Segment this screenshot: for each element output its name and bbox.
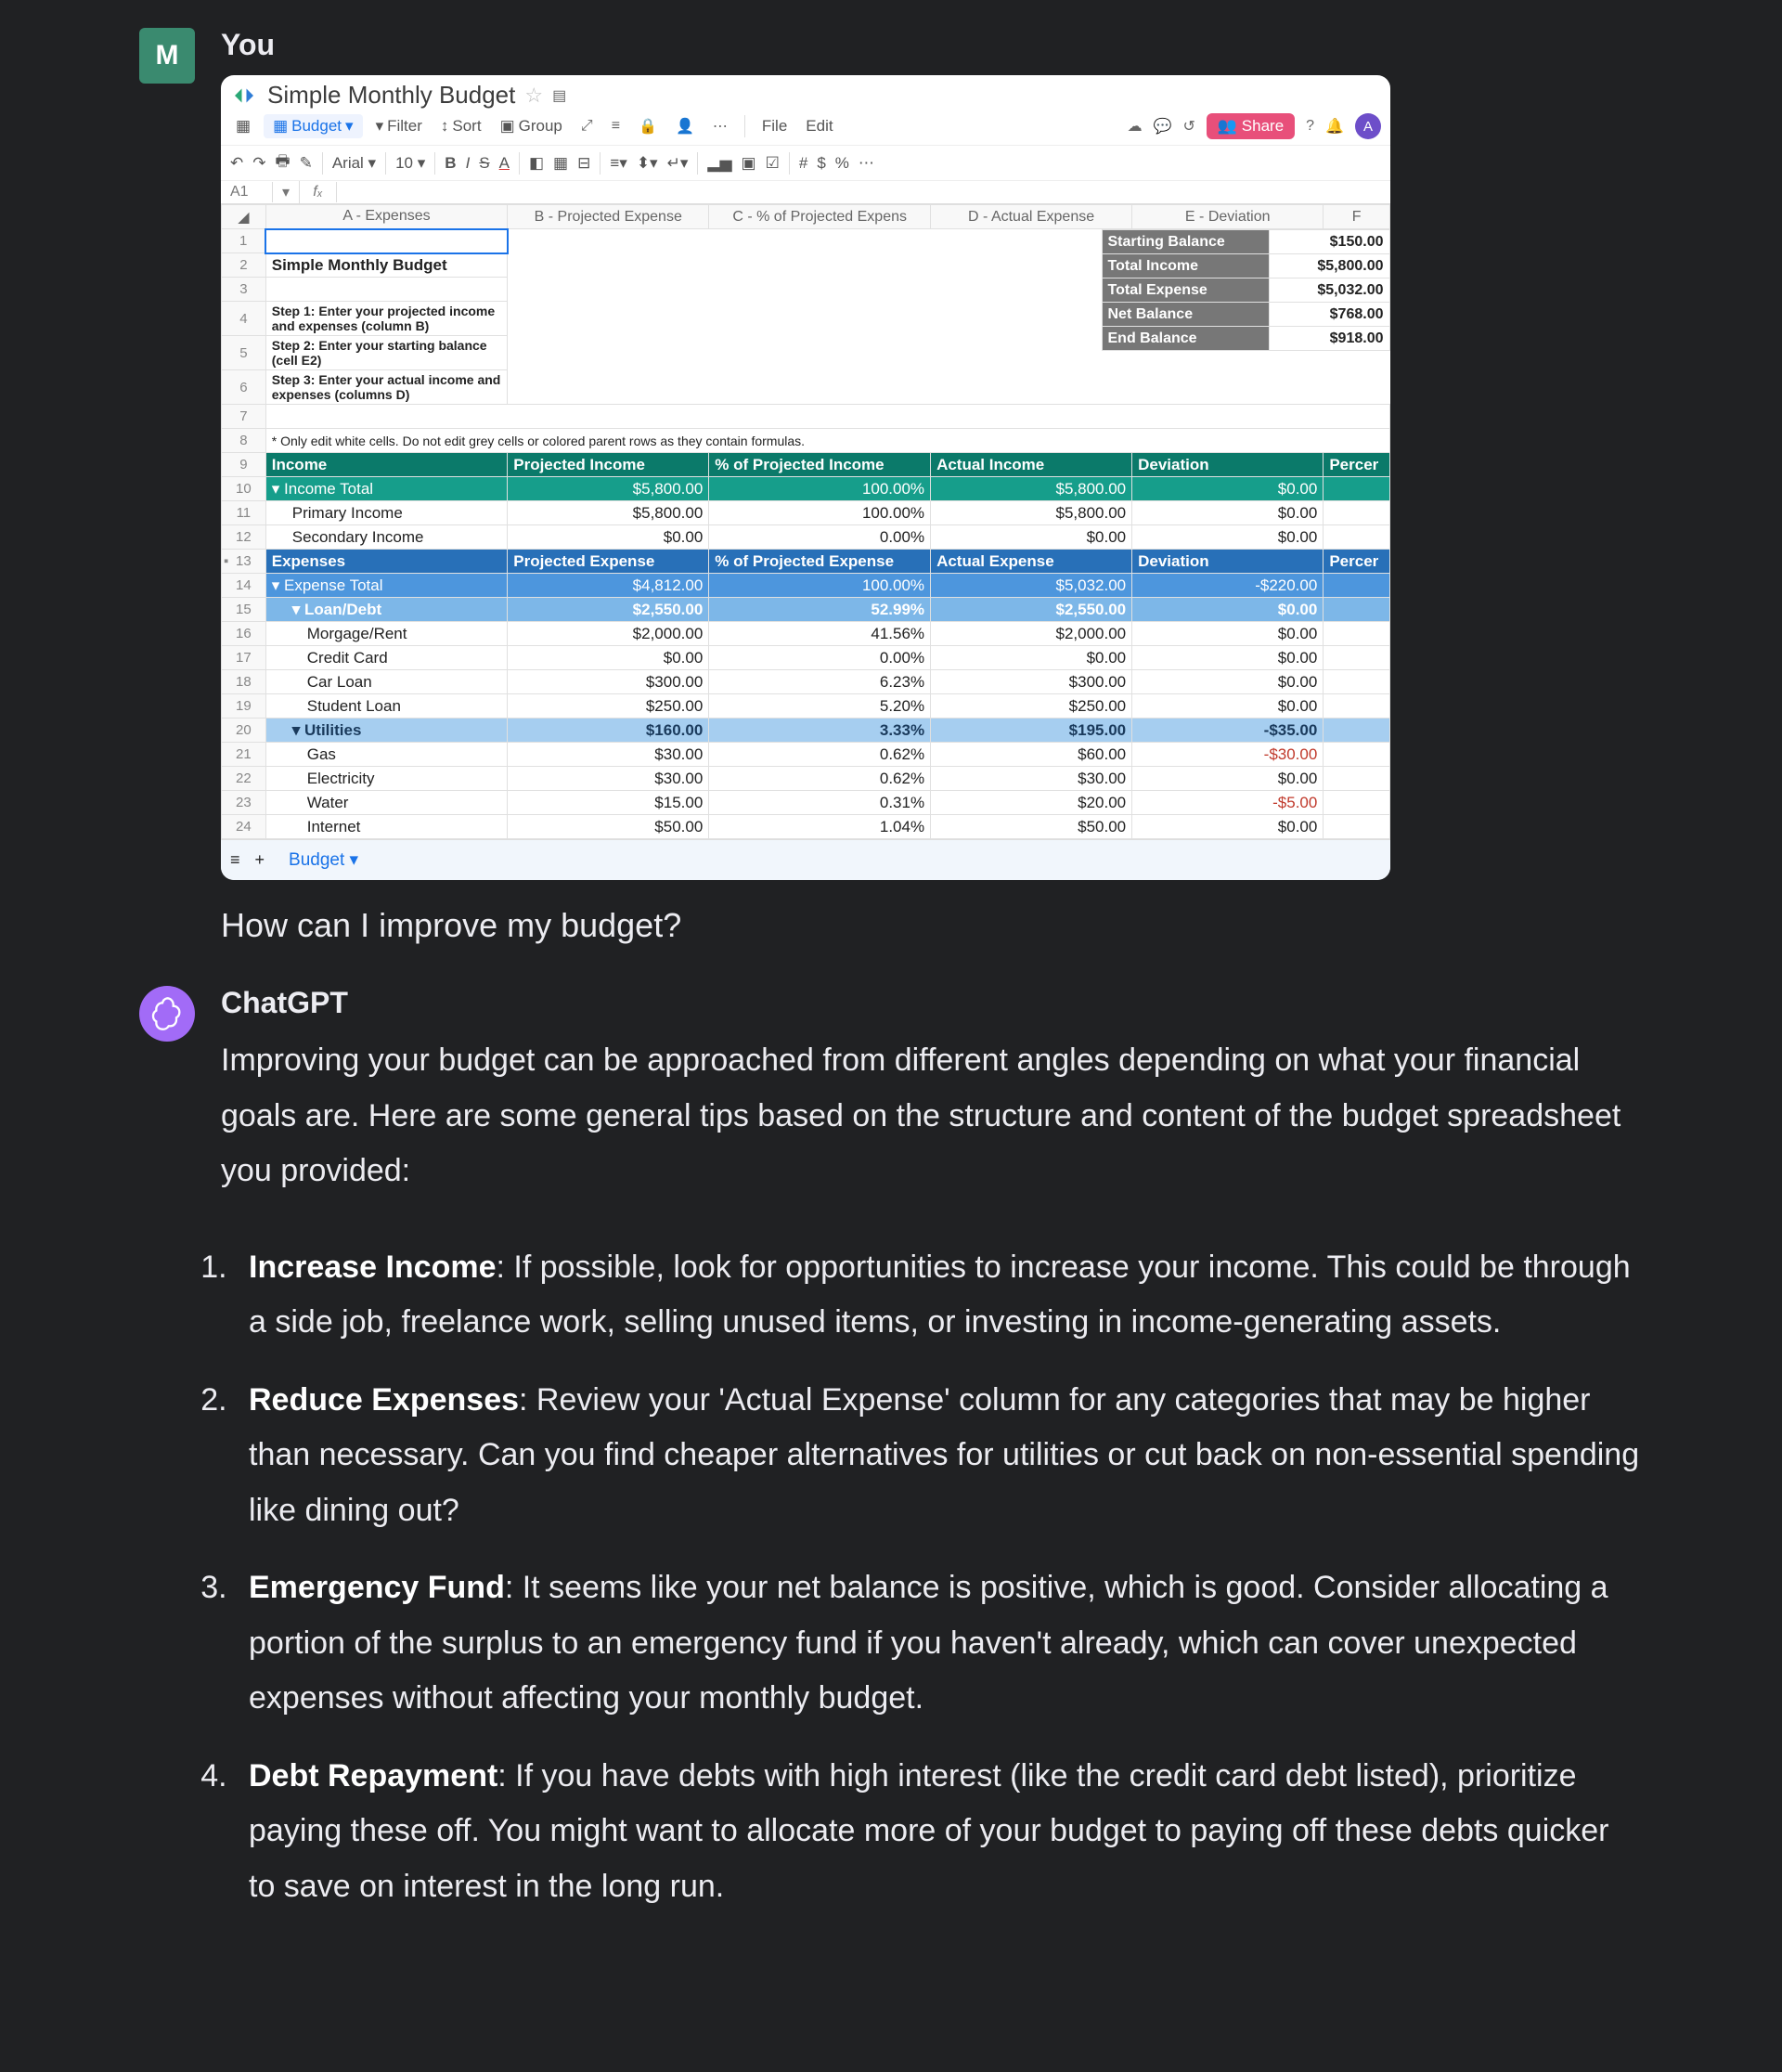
edit-menu[interactable]: Edit <box>800 115 838 137</box>
spreadsheet-attachment[interactable]: Simple Monthly Budget ☆ ▤ ▦ ▦ Budget ▾ ▾… <box>221 75 1390 880</box>
percent-icon[interactable]: % <box>835 154 849 173</box>
toolbar: ▦ ▦ Budget ▾ ▾ Filter ↕ Sort ▣ Group ⤢ ≡… <box>221 111 1390 146</box>
file-menu[interactable]: File <box>756 115 793 137</box>
table-row: 12Secondary Income$0.000.00%$0.00$0.00 <box>222 525 1390 550</box>
list-item: Debt Repayment: If you have debts with h… <box>236 1749 1643 1915</box>
expense-total-row: 14 ▾ Expense Total $4,812.00 100.00% $5,… <box>222 574 1390 598</box>
chart-icon[interactable]: ▂▅ <box>707 154 731 173</box>
italic-icon[interactable]: I <box>466 154 471 173</box>
titlebar: Simple Monthly Budget ☆ ▤ <box>221 75 1390 111</box>
help-icon[interactable]: ? <box>1306 118 1314 135</box>
fontsize-select[interactable]: 10 ▾ <box>395 154 425 173</box>
tool-icon-2[interactable]: ≡ <box>606 116 626 136</box>
col-e[interactable]: E - Deviation <box>1132 205 1324 229</box>
redo-icon[interactable]: ↷ <box>252 154 265 173</box>
col-f[interactable]: F <box>1324 205 1390 229</box>
bot-name: ChatGPT <box>221 986 1643 1020</box>
dollar-icon[interactable]: $ <box>817 154 825 173</box>
tips-list: Increase Income: If possible, look for o… <box>221 1240 1643 1915</box>
strike-icon[interactable]: S <box>479 154 489 173</box>
col-b[interactable]: B - Projected Expense <box>508 205 709 229</box>
halign-icon[interactable]: ≡▾ <box>610 154 626 173</box>
sheet-tab[interactable]: Budget ▾ <box>279 844 368 876</box>
loan-row: 15 ▾ Loan/Debt $2,550.00 52.99% $2,550.0… <box>222 598 1390 622</box>
summary-box: Starting Balance$150.00 Total Income$5,8… <box>1102 229 1390 351</box>
textcolor-icon[interactable]: A <box>499 154 510 173</box>
fx-icon: fₓ <box>300 182 337 202</box>
font-select[interactable]: Arial ▾ <box>332 154 376 173</box>
share-button[interactable]: 👥 Share <box>1207 113 1295 139</box>
print-icon[interactable]: 🖶 <box>276 149 291 176</box>
col-c[interactable]: C - % of Projected Expens <box>709 205 931 229</box>
folder-icon[interactable]: ▤ <box>552 86 566 105</box>
col-a[interactable]: A - Expenses <box>265 205 507 229</box>
table-row: 16Morgage/Rent$2,000.0041.56%$2,000.00$0… <box>222 622 1390 646</box>
bell-icon[interactable]: 🔔 <box>1325 117 1344 136</box>
spreadsheet-grid[interactable]: ◢ A - Expenses B - Projected Expense C -… <box>221 204 1390 839</box>
more-format-icon[interactable]: ⋯ <box>859 154 874 173</box>
valign-icon[interactable]: ⬍▾ <box>637 154 658 173</box>
table-row: 21Gas$30.000.62%$60.00-$30.00 <box>222 743 1390 767</box>
income-header-row: 9 Income Projected Income % of Projected… <box>222 453 1390 477</box>
table-row: 23Water$15.000.31%$20.00-$5.00 <box>222 791 1390 815</box>
doc-title[interactable]: Simple Monthly Budget <box>267 81 515 110</box>
sheet-tab-button[interactable]: ▦ Budget ▾ <box>264 114 363 138</box>
bot-intro: Improving your budget can be approached … <box>221 1033 1643 1199</box>
corner-cell[interactable]: ◢ <box>222 205 266 229</box>
wrap-icon[interactable]: ↵▾ <box>667 154 689 173</box>
user-name: You <box>221 28 1643 62</box>
undo-icon[interactable]: ↶ <box>230 154 243 173</box>
table-row: 24Internet$50.001.04%$50.00$0.00 <box>222 815 1390 839</box>
utilities-row: 20 ▾ Utilities $160.00 3.33% $195.00 -$3… <box>222 719 1390 743</box>
app-logo-icon <box>230 82 258 110</box>
image-icon[interactable]: ▣ <box>742 154 756 173</box>
income-total-row: 10 ▾ Income Total $5,800.00 100.00% $5,8… <box>222 477 1390 501</box>
list-item: Emergency Fund: It seems like your net b… <box>236 1560 1643 1727</box>
user-message: M You Simple Monthly Budget ☆ ▤ ▦ ▦ Budg… <box>139 28 1643 945</box>
bot-message: ChatGPT Improving your budget can be app… <box>139 986 1643 1936</box>
bold-icon[interactable]: B <box>445 154 456 173</box>
cloud-icon[interactable]: ☁ <box>1128 117 1143 136</box>
group-button[interactable]: ▣ Group <box>495 115 568 137</box>
paint-icon[interactable]: ✎ <box>300 154 313 173</box>
list-item: Reduce Expenses: Review your 'Actual Exp… <box>236 1373 1643 1539</box>
merge-icon[interactable]: ⊟ <box>577 154 590 173</box>
profile-avatar[interactable]: A <box>1355 113 1381 139</box>
sheet-footer: ≡ + Budget ▾ <box>221 839 1390 880</box>
bot-avatar <box>139 986 195 1042</box>
table-row: 17Credit Card$0.000.00%$0.00$0.00 <box>222 646 1390 670</box>
table-row: 19Student Loan$250.005.20%$250.00$0.00 <box>222 694 1390 719</box>
filter-button[interactable]: ▾ Filter <box>370 115 428 137</box>
format-toolbar: ↶ ↷ 🖶 ✎ Arial ▾ 10 ▾ B I S A ◧ ▦ ⊟ ≡▾ ⬍▾ <box>221 146 1390 181</box>
views-icon[interactable]: ▦ <box>230 115 256 137</box>
cell-a1[interactable] <box>265 229 507 253</box>
user-avatar: M <box>139 28 195 84</box>
title-cell[interactable]: Simple Monthly Budget <box>265 253 507 278</box>
person-icon[interactable]: 👤 <box>670 115 700 137</box>
menu-icon[interactable]: ≡ <box>230 850 240 870</box>
history-icon[interactable]: ↺ <box>1183 117 1195 136</box>
formula-input[interactable] <box>337 190 1390 194</box>
fx-dropdown[interactable]: ▾ <box>273 181 300 203</box>
table-row: 22Electricity$30.000.62%$30.00$0.00 <box>222 767 1390 791</box>
list-item: Increase Income: If possible, look for o… <box>236 1240 1643 1351</box>
user-question: How can I improve my budget? <box>221 906 1643 945</box>
formula-bar: A1 ▾ fₓ <box>221 181 1390 204</box>
lock-icon[interactable]: 🔒 <box>633 115 663 137</box>
hash-icon[interactable]: # <box>799 154 807 173</box>
border-icon[interactable]: ▦ <box>553 154 568 173</box>
table-row: 18Car Loan$300.006.23%$300.00$0.00 <box>222 670 1390 694</box>
sort-button[interactable]: ↕ Sort <box>435 115 487 137</box>
expense-header-row: ▪13 Expenses Projected Expense % of Proj… <box>222 550 1390 574</box>
checkbox-icon[interactable]: ☑ <box>766 154 780 173</box>
table-row: 11Primary Income$5,800.00100.00%$5,800.0… <box>222 501 1390 525</box>
more-icon[interactable]: ⋯ <box>707 115 733 137</box>
col-d[interactable]: D - Actual Expense <box>931 205 1132 229</box>
star-icon[interactable]: ☆ <box>524 84 543 108</box>
fill-icon[interactable]: ◧ <box>529 154 544 173</box>
comment-icon[interactable]: 💬 <box>1154 117 1172 136</box>
add-sheet-icon[interactable]: + <box>255 850 265 870</box>
tool-icon-1[interactable]: ⤢ <box>575 116 599 136</box>
cell-ref[interactable]: A1 <box>221 182 273 202</box>
